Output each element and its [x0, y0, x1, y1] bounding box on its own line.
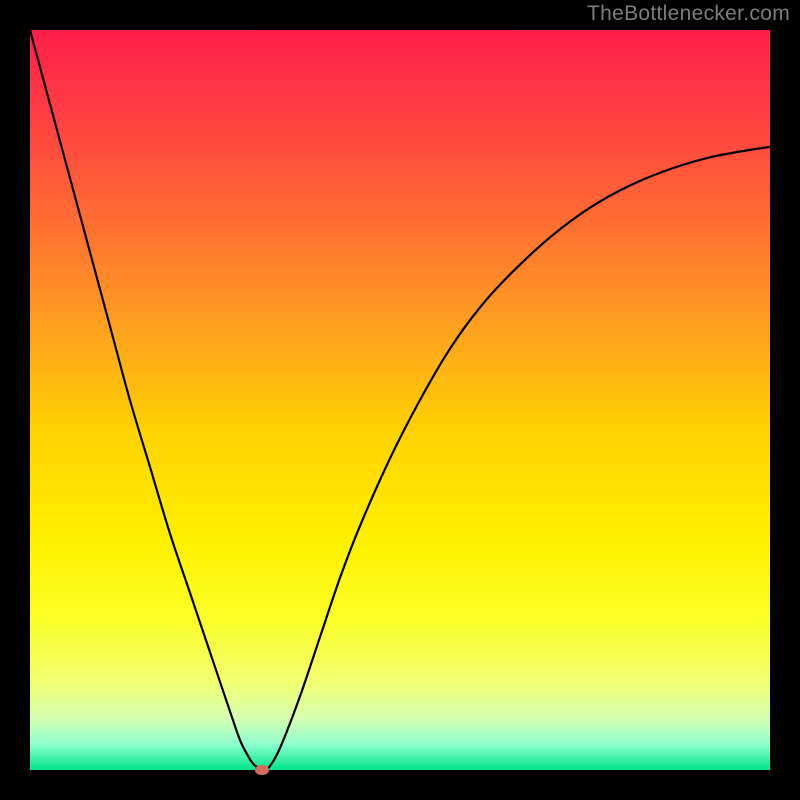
optimal-point-marker — [255, 765, 269, 775]
plot-area — [30, 30, 770, 770]
chart-container: TheBottlenecker.com — [0, 0, 800, 800]
chart-svg — [30, 30, 770, 770]
gradient-background — [30, 30, 770, 770]
watermark-text: TheBottlenecker.com — [587, 2, 790, 26]
